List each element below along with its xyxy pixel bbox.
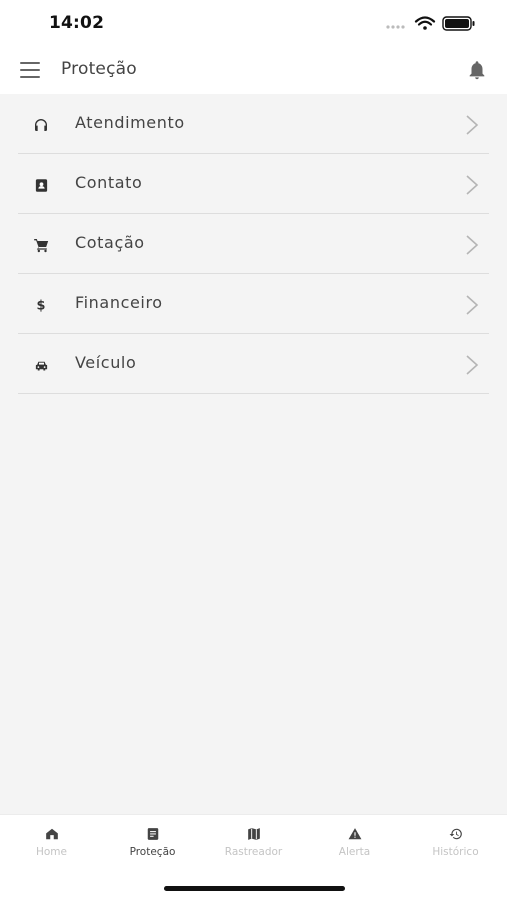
app-header: Proteção <box>0 46 507 94</box>
warning-icon <box>348 828 361 840</box>
home-indicator[interactable] <box>164 886 345 891</box>
status-icons <box>385 14 477 32</box>
menu-item-atendimento[interactable]: Atendimento <box>18 94 489 154</box>
tab-label: Alerta <box>338 846 371 858</box>
menu-item-label: Atendimento <box>75 113 185 132</box>
menu-item-label: Veículo <box>75 353 137 372</box>
menu-item-contato[interactable]: Contato <box>18 154 489 214</box>
status-bar: 14:02 <box>0 0 507 46</box>
chevron-right-icon <box>466 295 479 315</box>
status-time: 14:02 <box>49 13 105 33</box>
chevron-right-icon <box>466 235 479 255</box>
menu-list: Atendimento Contato Cotação $ Financeiro… <box>0 94 507 394</box>
chevron-right-icon <box>466 355 479 375</box>
menu-item-financeiro[interactable]: $ Financeiro <box>18 274 489 334</box>
menu-item-label: Financeiro <box>75 293 163 312</box>
headphones-icon <box>32 116 50 134</box>
menu-item-label: Contato <box>75 173 143 192</box>
signal-icon <box>386 25 405 29</box>
tab-label: Home <box>35 846 67 858</box>
menu-item-cotacao[interactable]: Cotação <box>18 214 489 274</box>
hamburger-menu-icon[interactable] <box>20 62 40 78</box>
document-icon <box>147 828 158 840</box>
tab-protecao[interactable]: Proteção <box>102 827 203 858</box>
battery-icon <box>442 16 475 31</box>
tab-home[interactable]: Home <box>1 827 102 858</box>
menu-item-veiculo[interactable]: Veículo <box>18 334 489 394</box>
history-icon <box>449 828 462 840</box>
cart-icon <box>32 236 50 254</box>
contact-card-icon <box>32 176 50 194</box>
car-icon <box>32 356 50 374</box>
wifi-icon <box>414 16 436 30</box>
menu-item-label: Cotação <box>75 233 145 252</box>
map-icon <box>247 828 260 840</box>
tab-alerta[interactable]: Alerta <box>304 827 405 858</box>
svg-text:$: $ <box>37 299 46 313</box>
tab-historico[interactable]: Histórico <box>405 827 506 858</box>
page-title: Proteção <box>61 59 137 79</box>
chevron-right-icon <box>466 115 479 135</box>
tab-rastreador[interactable]: Rastreador <box>203 827 304 858</box>
tab-label: Proteção <box>129 846 176 858</box>
tab-label: Histórico <box>432 846 479 858</box>
tab-label: Rastreador <box>224 846 283 858</box>
chevron-right-icon <box>466 175 479 195</box>
bell-icon[interactable] <box>466 59 488 81</box>
home-icon <box>45 828 58 840</box>
dollar-icon: $ <box>32 296 50 314</box>
